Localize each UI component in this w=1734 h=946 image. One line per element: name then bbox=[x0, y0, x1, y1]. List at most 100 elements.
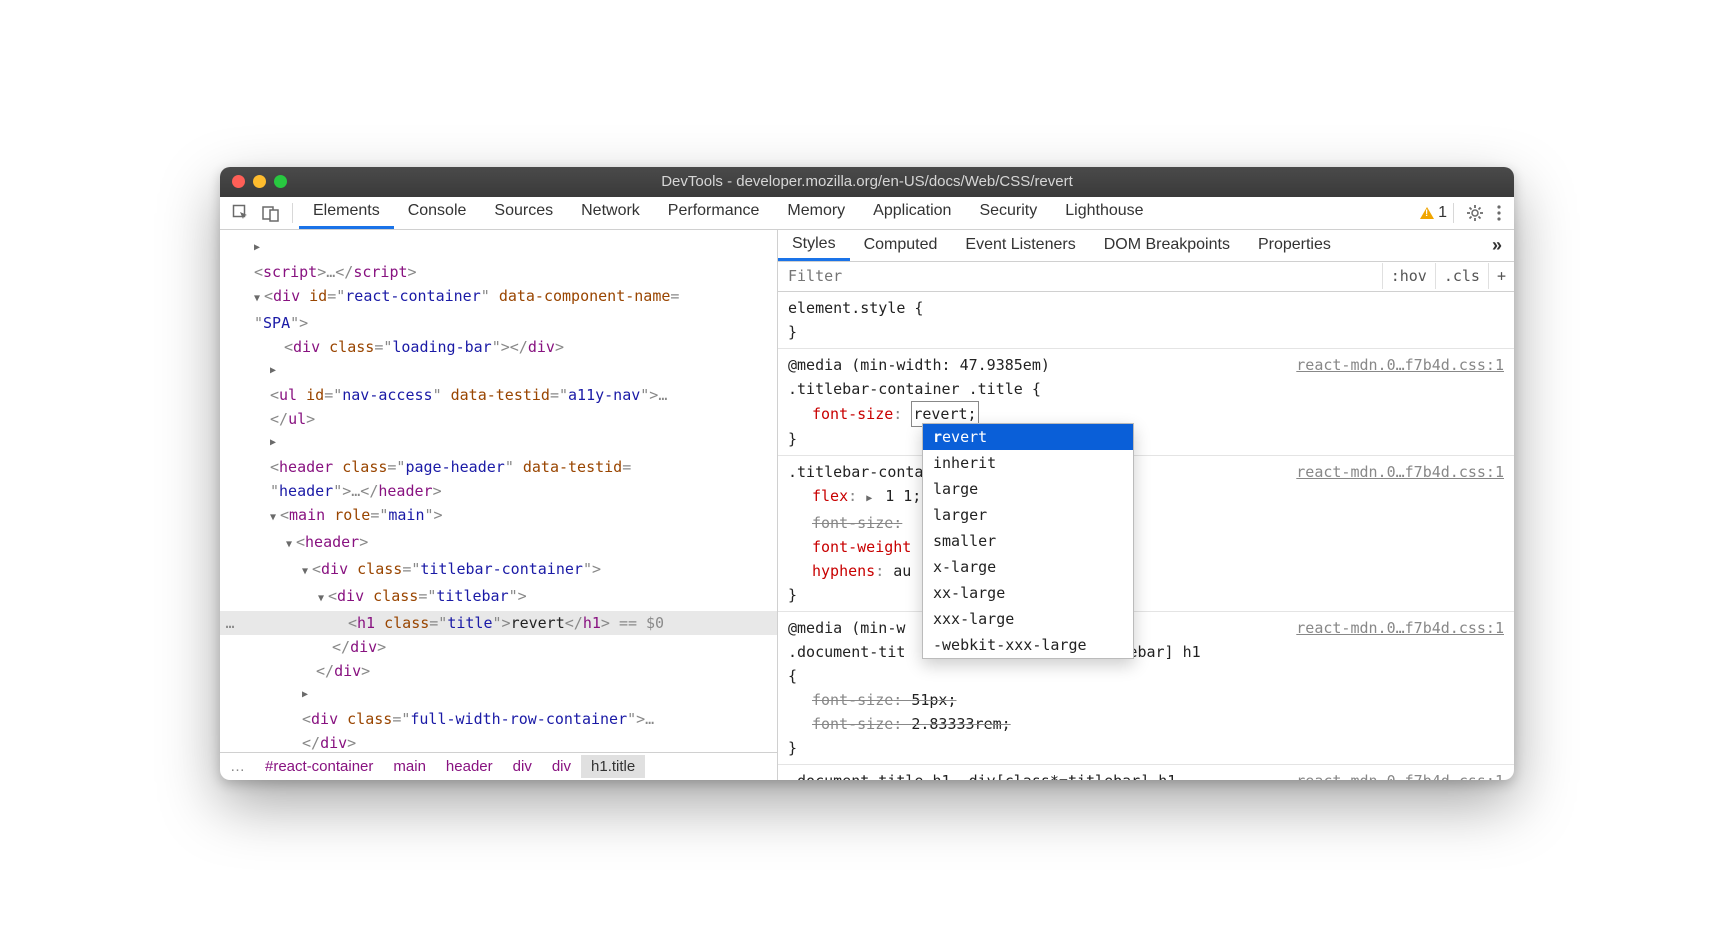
dom-tree[interactable]: <script>…</script><div id="react-contain… bbox=[220, 230, 777, 752]
selector-line: .titlebar-container .title { bbox=[788, 377, 1504, 401]
collapse-arrow-icon[interactable] bbox=[270, 503, 280, 530]
subtab-properties[interactable]: Properties bbox=[1244, 231, 1345, 259]
dom-node[interactable]: <div id="react-container" data-component… bbox=[220, 284, 777, 311]
property-value: au bbox=[893, 562, 911, 580]
traffic-lights bbox=[232, 175, 287, 188]
css-rule-block[interactable]: react-mdn.0…f7b4d.css:1 .document-title … bbox=[778, 765, 1514, 780]
autocomplete-option[interactable]: revert bbox=[923, 424, 1133, 450]
tab-memory[interactable]: Memory bbox=[773, 196, 859, 229]
expand-arrow-icon[interactable] bbox=[270, 359, 280, 383]
dom-node[interactable]: "SPA"> bbox=[220, 311, 777, 335]
window-title: DevTools - developer.mozilla.org/en-US/d… bbox=[220, 173, 1514, 190]
breadcrumb-item[interactable]: div bbox=[542, 755, 581, 778]
expand-arrow-icon[interactable] bbox=[254, 236, 264, 260]
source-link[interactable]: react-mdn.0…f7b4d.css:1 bbox=[1296, 460, 1504, 484]
tab-application[interactable]: Application bbox=[859, 196, 965, 229]
tab-performance[interactable]: Performance bbox=[654, 196, 774, 229]
styles-filter-input[interactable] bbox=[778, 267, 1382, 285]
breadcrumb-item[interactable]: #react-container bbox=[255, 755, 383, 778]
dom-node[interactable]: <div class="titlebar-container"> bbox=[220, 557, 777, 584]
collapse-arrow-icon[interactable] bbox=[318, 584, 328, 611]
subtab-event-listeners[interactable]: Event Listeners bbox=[951, 231, 1089, 259]
expand-shorthand-icon[interactable] bbox=[866, 484, 876, 511]
tab-console[interactable]: Console bbox=[394, 196, 481, 229]
collapse-arrow-icon[interactable] bbox=[302, 557, 312, 584]
dom-node[interactable]: </ul> bbox=[220, 407, 777, 431]
dom-node[interactable]: "header">…</header> bbox=[220, 479, 777, 503]
autocomplete-option[interactable]: large bbox=[923, 476, 1133, 502]
tab-lighthouse[interactable]: Lighthouse bbox=[1051, 196, 1157, 229]
element-style-block[interactable]: element.style { } bbox=[778, 292, 1514, 349]
more-tabs-icon[interactable]: » bbox=[1480, 235, 1514, 256]
breadcrumb-item[interactable]: header bbox=[436, 755, 503, 778]
tab-sources[interactable]: Sources bbox=[480, 196, 567, 229]
property-name: font-size bbox=[812, 405, 893, 423]
breadcrumb-item[interactable]: h1.title bbox=[581, 755, 645, 778]
declaration-line[interactable]: font-size: revert; bbox=[788, 401, 1504, 427]
css-rule-block[interactable]: react-mdn.0…f7b4d.css:1 @media (min-w .d… bbox=[778, 612, 1514, 765]
property-name: font-size bbox=[812, 715, 893, 733]
selector-line: .document-titlebar] h1 bbox=[788, 640, 1504, 664]
inspect-element-icon[interactable] bbox=[226, 200, 256, 226]
source-link[interactable]: react-mdn.0…f7b4d.css:1 bbox=[1296, 616, 1504, 640]
tab-network[interactable]: Network bbox=[567, 196, 654, 229]
autocomplete-popup[interactable]: revertinheritlargelargersmallerx-largexx… bbox=[922, 423, 1134, 659]
breadcrumb-item[interactable]: main bbox=[383, 755, 436, 778]
cls-toggle[interactable]: .cls bbox=[1435, 263, 1488, 289]
autocomplete-option[interactable]: larger bbox=[923, 502, 1133, 528]
declaration-line-overridden[interactable]: font-size: 2.83333rem; bbox=[788, 712, 1504, 736]
zoom-window-button[interactable] bbox=[274, 175, 287, 188]
declaration-line-overridden[interactable]: font-size: bbox=[788, 511, 1504, 535]
dom-node[interactable]: <div class="titlebar"> bbox=[220, 584, 777, 611]
subtab-computed[interactable]: Computed bbox=[850, 231, 952, 259]
dom-node[interactable]: <ul id="nav-access" data-testid="a11y-na… bbox=[220, 359, 777, 407]
styles-rules[interactable]: element.style { } react-mdn.0…f7b4d.css:… bbox=[778, 292, 1514, 780]
dom-node[interactable]: <header class="page-header" data-testid= bbox=[220, 431, 777, 479]
dom-node[interactable]: <main role="main"> bbox=[220, 503, 777, 530]
hov-toggle[interactable]: :hov bbox=[1382, 263, 1435, 289]
breadcrumb-item[interactable]: div bbox=[503, 755, 542, 778]
warnings-badge[interactable]: 1 bbox=[1420, 204, 1447, 222]
minimize-window-button[interactable] bbox=[253, 175, 266, 188]
tab-elements[interactable]: Elements bbox=[299, 196, 394, 229]
device-toggle-icon[interactable] bbox=[256, 200, 286, 226]
expand-arrow-icon[interactable] bbox=[302, 683, 312, 707]
dom-node[interactable]: …<h1 class="title">revert</h1> == $0 bbox=[220, 611, 777, 635]
main-toolbar: ElementsConsoleSourcesNetworkPerformance… bbox=[220, 197, 1514, 230]
kebab-menu-icon[interactable] bbox=[1490, 200, 1508, 226]
subtab-dom-breakpoints[interactable]: DOM Breakpoints bbox=[1090, 231, 1244, 259]
dom-node[interactable]: <div class="full-width-row-container">… bbox=[220, 683, 777, 731]
autocomplete-option[interactable]: smaller bbox=[923, 528, 1133, 554]
autocomplete-option[interactable]: x-large bbox=[923, 554, 1133, 580]
breadcrumb-item[interactable]: … bbox=[220, 755, 255, 778]
dom-node[interactable]: <header> bbox=[220, 530, 777, 557]
dom-node[interactable]: </div> bbox=[220, 659, 777, 683]
collapse-arrow-icon[interactable] bbox=[286, 530, 296, 557]
collapse-arrow-icon[interactable] bbox=[254, 284, 264, 311]
autocomplete-option[interactable]: xx-large bbox=[923, 580, 1133, 606]
dom-node[interactable]: </div> bbox=[220, 731, 777, 752]
declaration-line[interactable]: font-weight bbox=[788, 535, 1504, 559]
declaration-line-overridden[interactable]: font-size: 51px; bbox=[788, 688, 1504, 712]
declaration-line[interactable]: hyphens: au bbox=[788, 559, 1504, 583]
dom-node[interactable]: <script>…</script> bbox=[220, 236, 777, 284]
source-link[interactable]: react-mdn.0…f7b4d.css:1 bbox=[1296, 353, 1504, 377]
css-rule-block[interactable]: react-mdn.0…f7b4d.css:1 .titlebar-contai… bbox=[778, 456, 1514, 612]
css-rule-block[interactable]: react-mdn.0…f7b4d.css:1 @media (min-widt… bbox=[778, 349, 1514, 456]
devtools-window: DevTools - developer.mozilla.org/en-US/d… bbox=[220, 167, 1514, 780]
dom-node[interactable]: <div class="loading-bar"></div> bbox=[220, 335, 777, 359]
brace-close: } bbox=[788, 583, 1504, 607]
source-link[interactable]: react-mdn.0…f7b4d.css:1 bbox=[1296, 769, 1504, 780]
selector-line: element.style { bbox=[788, 296, 1504, 320]
subtab-styles[interactable]: Styles bbox=[778, 230, 850, 261]
autocomplete-option[interactable]: xxx-large bbox=[923, 606, 1133, 632]
add-rule-button[interactable]: + bbox=[1488, 263, 1514, 289]
dom-node[interactable]: </div> bbox=[220, 635, 777, 659]
expand-arrow-icon[interactable] bbox=[270, 431, 280, 455]
close-window-button[interactable] bbox=[232, 175, 245, 188]
autocomplete-option[interactable]: inherit bbox=[923, 450, 1133, 476]
tab-security[interactable]: Security bbox=[965, 196, 1051, 229]
declaration-line[interactable]: flex: 1 1; bbox=[788, 484, 1504, 511]
gear-icon[interactable] bbox=[1460, 200, 1490, 226]
autocomplete-option[interactable]: -webkit-xxx-large bbox=[923, 632, 1133, 658]
